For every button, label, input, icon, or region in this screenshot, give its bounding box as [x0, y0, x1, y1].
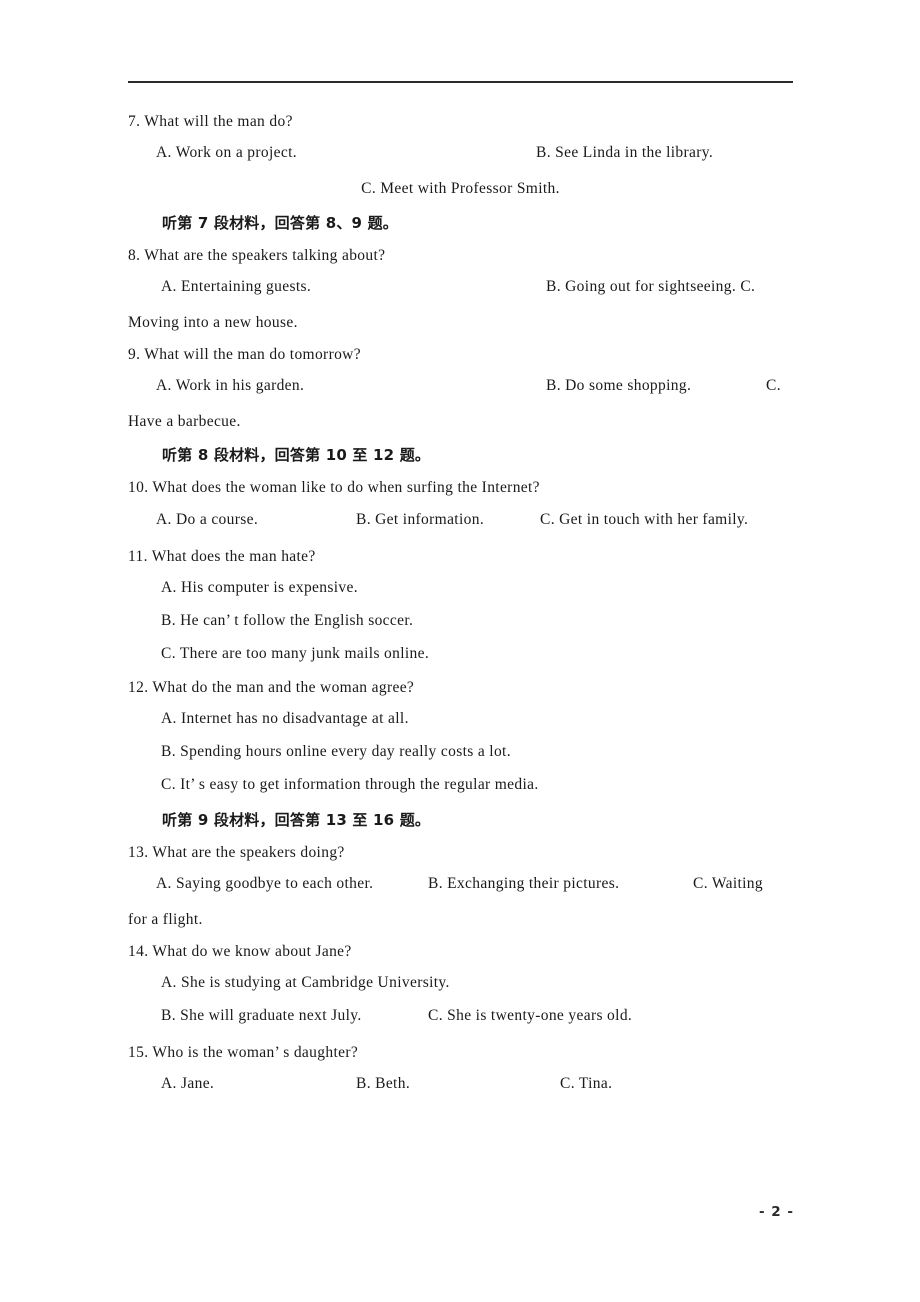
option-7-c: C. Meet with Professor Smith. — [361, 180, 560, 198]
option-11-c: C. There are too many junk mails online. — [161, 644, 430, 662]
header-rule — [128, 81, 793, 83]
question-stem-14: 14. What do we know about Jane? — [128, 942, 352, 960]
option-row-15: A. Jane. B. Beth. C. Tina. — [128, 1075, 793, 1111]
option-row-10: A. Do a course. B. Get information. C. G… — [128, 511, 793, 547]
option-15-a: A. Jane. — [161, 1075, 215, 1093]
option-15-b: B. Beth. — [356, 1075, 411, 1093]
question-stem-8: 8. What are the speakers talking about? — [128, 247, 386, 265]
option-10-a: A. Do a course. — [156, 510, 259, 528]
option-10-b: B. Get information. — [356, 510, 485, 528]
question-stem-15: 15. Who is the woman’ s daughter? — [128, 1044, 359, 1062]
option-9-a: A. Work in his garden. — [156, 377, 305, 395]
option-12-a: A. Internet has no disadvantage at all. — [161, 709, 409, 727]
question-stem-13: 13. What are the speakers doing? — [128, 843, 345, 861]
question-stem-11: 11. What does the man hate? — [128, 547, 316, 565]
option-7-a: A. Work on a project. — [156, 144, 297, 162]
option-9-c-continuation: Have a barbecue. — [128, 413, 241, 431]
option-row-9: A. Work in his garden. B. Do some shoppi… — [128, 377, 793, 413]
option-13-c-continuation: for a flight. — [128, 910, 203, 928]
question-stem-10: 10. What does the woman like to do when … — [128, 479, 540, 497]
option-13-a: A. Saying goodbye to each other. — [156, 874, 374, 892]
option-8-c-continuation: Moving into a new house. — [128, 314, 298, 332]
question-stem-12: 12. What do the man and the woman agree? — [128, 678, 415, 696]
option-7-b: B. See Linda in the library. — [536, 144, 714, 162]
option-14-b: B. She will graduate next July. — [161, 1007, 362, 1025]
option-13-b: B. Exchanging their pictures. — [428, 874, 620, 892]
option-12-c: C. It’ s easy to get information through… — [161, 775, 539, 793]
question-stem-7: 7. What will the man do? — [128, 113, 293, 130]
listening-direction-8: 听第 8 段材料，回答第 10 至 12 题。 — [162, 446, 431, 465]
option-8-a: A. Entertaining guests. — [161, 278, 312, 296]
option-15-c: C. Tina. — [560, 1075, 613, 1093]
option-row-7: A. Work on a project. B. See Linda in th… — [128, 144, 793, 180]
question-stem-9: 9. What will the man do tomorrow? — [128, 346, 361, 364]
option-11-b: B. He can’ t follow the English soccer. — [161, 611, 414, 629]
option-row-14-bc: B. She will graduate next July. C. She i… — [128, 1007, 793, 1043]
option-11-a: A. His computer is expensive. — [161, 578, 358, 596]
question-list: 7. What will the man do? A. Work on a pr… — [128, 112, 793, 1111]
option-9-c-letter: C. — [766, 377, 781, 395]
listening-direction-7: 听第 7 段材料，回答第 8、9 题。 — [162, 214, 399, 233]
exam-page: 7. What will the man do? A. Work on a pr… — [0, 0, 920, 1302]
option-10-c: C. Get in touch with her family. — [540, 510, 749, 528]
option-9-b: B. Do some shopping. — [546, 377, 692, 395]
listening-direction-9: 听第 9 段材料，回答第 13 至 16 题。 — [162, 810, 431, 829]
option-row-8: A. Entertaining guests. B. Going out for… — [128, 278, 793, 314]
option-13-c: C. Waiting — [693, 874, 763, 892]
page-number: - 2 - — [759, 1204, 794, 1220]
option-14-a: A. She is studying at Cambridge Universi… — [161, 974, 450, 992]
option-14-c: C. She is twenty-one years old. — [428, 1007, 633, 1025]
option-12-b: B. Spending hours online every day reall… — [161, 742, 511, 760]
option-row-13: A. Saying goodbye to each other. B. Exch… — [128, 875, 793, 911]
option-8-b: B. Going out for sightseeing. C. — [546, 278, 756, 296]
